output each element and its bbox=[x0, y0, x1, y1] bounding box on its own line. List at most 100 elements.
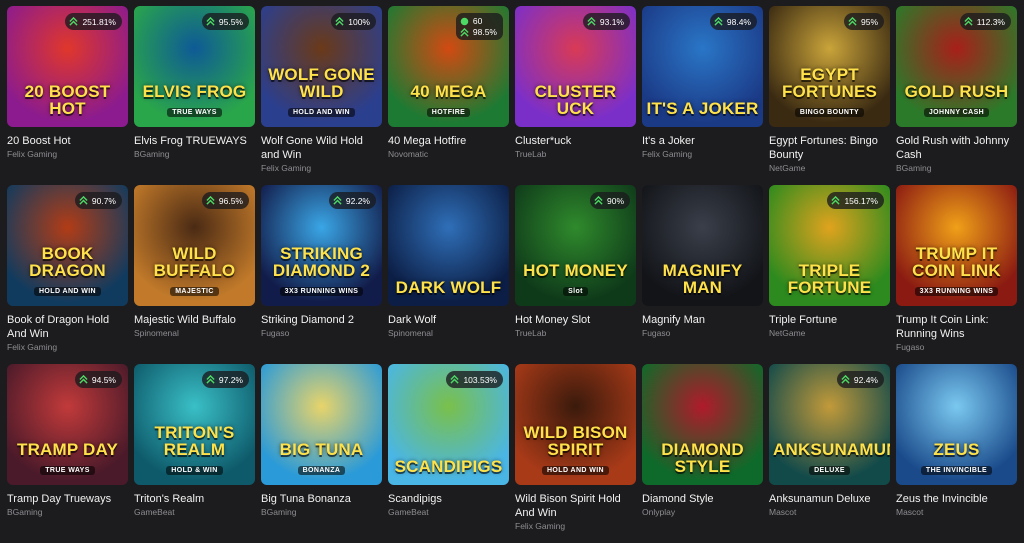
game-card[interactable]: TRIPLE FORTUNE 156.17% Triple Fortune NetGa… bbox=[769, 185, 890, 364]
game-card[interactable]: MAGNIFY MAN Magnify Man Fugaso bbox=[642, 185, 763, 364]
game-thumbnail[interactable]: DARK WOLF bbox=[388, 185, 509, 306]
rtp-badge: 112.3% bbox=[959, 13, 1011, 30]
game-title[interactable]: Wild Bison Spirit Hold And Win bbox=[515, 492, 636, 520]
game-card[interactable]: BOOK DRAGON HOLD AND WIN 90.7% Book of Drag… bbox=[7, 185, 128, 364]
game-thumbnail[interactable]: 20 BOOST HOT 251.81% bbox=[7, 6, 128, 127]
game-logo: DARK WOLF bbox=[392, 279, 505, 296]
game-title[interactable]: Anksunamun Deluxe bbox=[769, 492, 890, 506]
game-provider: Felix Gaming bbox=[7, 149, 58, 159]
game-title[interactable]: It's a Joker bbox=[642, 134, 763, 148]
game-card[interactable]: ANKSUNAMUN DELUXE 92.4% Anksunamun Deluxe Ma… bbox=[769, 364, 890, 543]
game-thumbnail[interactable]: ELVIS FROG TRUE WAYS 95.5% bbox=[134, 6, 255, 127]
game-card[interactable]: 40 MEGA HOTFIRE 60 98.5% 40 Mega Hotfire Novo… bbox=[388, 6, 509, 185]
game-provider: BGaming bbox=[134, 149, 170, 159]
game-card[interactable]: EGYPT FORTUNES BINGO BOUNTY 95% Egypt Fortu… bbox=[769, 6, 890, 185]
game-thumbnail[interactable]: TRIPLE FORTUNE 156.17% bbox=[769, 185, 890, 306]
game-title[interactable]: Zeus the Invincible bbox=[896, 492, 1017, 506]
game-thumbnail[interactable]: EGYPT FORTUNES BINGO BOUNTY 95% bbox=[769, 6, 890, 127]
game-card[interactable]: CLUSTER UCK 93.1% Cluster*uck TrueLab bbox=[515, 6, 636, 185]
game-title[interactable]: Triple Fortune bbox=[769, 313, 890, 327]
game-logo: EGYPT FORTUNES BINGO BOUNTY bbox=[773, 66, 886, 117]
game-thumbnail[interactable]: TRITON'S REALM HOLD & WIN 97.2% bbox=[134, 364, 255, 485]
game-card[interactable]: SCANDIPIGS 103.53% Scandipigs GameBeat bbox=[388, 364, 509, 543]
rtp-value: 96.5% bbox=[218, 195, 243, 206]
game-logo-text: GOLD RUSH bbox=[904, 82, 1009, 101]
game-card[interactable]: 20 BOOST HOT 251.81% 20 Boost Hot Felix Gam… bbox=[7, 6, 128, 185]
game-title[interactable]: Scandipigs bbox=[388, 492, 509, 506]
game-card[interactable]: WOLF GONE WILD HOLD AND WIN 100% Wolf Gone … bbox=[261, 6, 382, 185]
game-logo-text: ZEUS bbox=[933, 440, 980, 459]
rtp-badge: 60 98.5% bbox=[455, 13, 503, 40]
game-thumbnail[interactable]: MAGNIFY MAN bbox=[642, 185, 763, 306]
game-title[interactable]: Dark Wolf bbox=[388, 313, 509, 327]
game-logo-text: WILD BISON SPIRIT bbox=[523, 423, 628, 459]
game-title[interactable]: Striking Diamond 2 bbox=[261, 313, 382, 327]
game-thumbnail[interactable]: WILD BUFFALO MAJESTIC 96.5% bbox=[134, 185, 255, 306]
game-logo-text: SCANDIPIGS bbox=[394, 457, 503, 476]
rtp-icon bbox=[206, 17, 215, 26]
rtp-badge: 95.5% bbox=[201, 13, 249, 30]
game-card[interactable]: STRIKING DIAMOND 2 3X3 RUNNING WINS 92.2% S… bbox=[261, 185, 382, 364]
game-provider: Felix Gaming bbox=[261, 163, 312, 173]
game-card[interactable]: ELVIS FROG TRUE WAYS 95.5% Elvis Frog TRUEW… bbox=[134, 6, 255, 185]
game-card[interactable]: DIAMOND STYLE Diamond Style Onlyplay bbox=[642, 364, 763, 543]
game-provider: Felix Gaming bbox=[7, 342, 58, 352]
game-thumbnail[interactable]: TRUMP IT COIN LINK 3X3 RUNNING WINS bbox=[896, 185, 1017, 306]
game-title[interactable]: Tramp Day Trueways bbox=[7, 492, 128, 506]
rtp-value: 98.4% bbox=[726, 16, 751, 27]
game-card[interactable]: WILD BUFFALO MAJESTIC 96.5% Majestic Wild B… bbox=[134, 185, 255, 364]
game-card[interactable]: GOLD RUSH JOHNNY CASH 112.3% Gold Rush with… bbox=[896, 6, 1017, 185]
game-thumbnail[interactable]: HOT MONEY Slot 90% bbox=[515, 185, 636, 306]
rtp-value: 97.2% bbox=[218, 374, 243, 385]
game-title[interactable]: Wolf Gone Wild Hold and Win bbox=[261, 134, 382, 162]
game-title[interactable]: Big Tuna Bonanza bbox=[261, 492, 382, 506]
game-thumbnail[interactable]: SCANDIPIGS 103.53% bbox=[388, 364, 509, 485]
game-title[interactable]: Gold Rush with Johnny Cash bbox=[896, 134, 1017, 162]
game-logo-text: IT'S A JOKER bbox=[646, 99, 759, 118]
game-provider: Onlyplay bbox=[642, 507, 676, 517]
game-thumbnail[interactable]: WILD BISON SPIRIT HOLD AND WIN bbox=[515, 364, 636, 485]
game-logo-text: 40 MEGA bbox=[410, 82, 487, 101]
game-card[interactable]: IT'S A JOKER 98.4% It's a Joker Felix Gamin… bbox=[642, 6, 763, 185]
game-logo: ZEUS THE INVINCIBLE bbox=[900, 441, 1013, 475]
game-thumbnail[interactable]: STRIKING DIAMOND 2 3X3 RUNNING WINS 92.2% bbox=[261, 185, 382, 306]
game-thumbnail[interactable]: GOLD RUSH JOHNNY CASH 112.3% bbox=[896, 6, 1017, 127]
game-card[interactable]: BIG TUNA BONANZA Big Tuna Bonanza BGaming bbox=[261, 364, 382, 543]
rtp-badge: 100% bbox=[331, 13, 376, 30]
game-logo: SCANDIPIGS bbox=[392, 458, 505, 475]
game-card[interactable]: TRUMP IT COIN LINK 3X3 RUNNING WINS Trump … bbox=[896, 185, 1017, 364]
game-logo: CLUSTER UCK bbox=[519, 83, 632, 117]
game-logo-subtitle: TRUE WAYS bbox=[40, 466, 95, 475]
game-title[interactable]: Cluster*uck bbox=[515, 134, 636, 148]
game-thumbnail[interactable]: ANKSUNAMUN DELUXE 92.4% bbox=[769, 364, 890, 485]
game-provider: Spinomenal bbox=[388, 328, 433, 338]
game-title[interactable]: Trump It Coin Link: Running Wins bbox=[896, 313, 1017, 341]
game-title[interactable]: Diamond Style bbox=[642, 492, 763, 506]
game-thumbnail[interactable]: DIAMOND STYLE bbox=[642, 364, 763, 485]
game-thumbnail[interactable]: BOOK DRAGON HOLD AND WIN 90.7% bbox=[7, 185, 128, 306]
game-card[interactable]: HOT MONEY Slot 90% Hot Money Slot TrueLab bbox=[515, 185, 636, 364]
game-thumbnail[interactable]: BIG TUNA BONANZA bbox=[261, 364, 382, 485]
game-thumbnail[interactable]: ZEUS THE INVINCIBLE bbox=[896, 364, 1017, 485]
game-title[interactable]: 20 Boost Hot bbox=[7, 134, 128, 148]
game-title[interactable]: Elvis Frog TRUEWAYS bbox=[134, 134, 255, 148]
game-card[interactable]: WILD BISON SPIRIT HOLD AND WIN Wild Bison … bbox=[515, 364, 636, 543]
game-title[interactable]: Book of Dragon Hold And Win bbox=[7, 313, 128, 341]
game-title[interactable]: Hot Money Slot bbox=[515, 313, 636, 327]
game-card[interactable]: DARK WOLF Dark Wolf Spinomenal bbox=[388, 185, 509, 364]
game-title[interactable]: Majestic Wild Buffalo bbox=[134, 313, 255, 327]
game-logo-text: WOLF GONE WILD bbox=[268, 65, 375, 101]
game-card[interactable]: ZEUS THE INVINCIBLE Zeus the Invincible Mas… bbox=[896, 364, 1017, 543]
game-title[interactable]: Egypt Fortunes: Bingo Bounty bbox=[769, 134, 890, 162]
game-title[interactable]: Magnify Man bbox=[642, 313, 763, 327]
game-title[interactable]: 40 Mega Hotfire bbox=[388, 134, 509, 148]
game-title[interactable]: Triton's Realm bbox=[134, 492, 255, 506]
game-card[interactable]: TRITON'S REALM HOLD & WIN 97.2% Triton's Re… bbox=[134, 364, 255, 543]
rtp-icon bbox=[450, 375, 460, 384]
game-thumbnail[interactable]: CLUSTER UCK 93.1% bbox=[515, 6, 636, 127]
game-thumbnail[interactable]: WOLF GONE WILD HOLD AND WIN 100% bbox=[261, 6, 382, 127]
game-card[interactable]: TRAMP DAY TRUE WAYS 94.5% Tramp Day Trueway… bbox=[7, 364, 128, 543]
game-thumbnail[interactable]: IT'S A JOKER 98.4% bbox=[642, 6, 763, 127]
game-thumbnail[interactable]: 40 MEGA HOTFIRE 60 98.5% bbox=[388, 6, 509, 127]
game-thumbnail[interactable]: TRAMP DAY TRUE WAYS 94.5% bbox=[7, 364, 128, 485]
